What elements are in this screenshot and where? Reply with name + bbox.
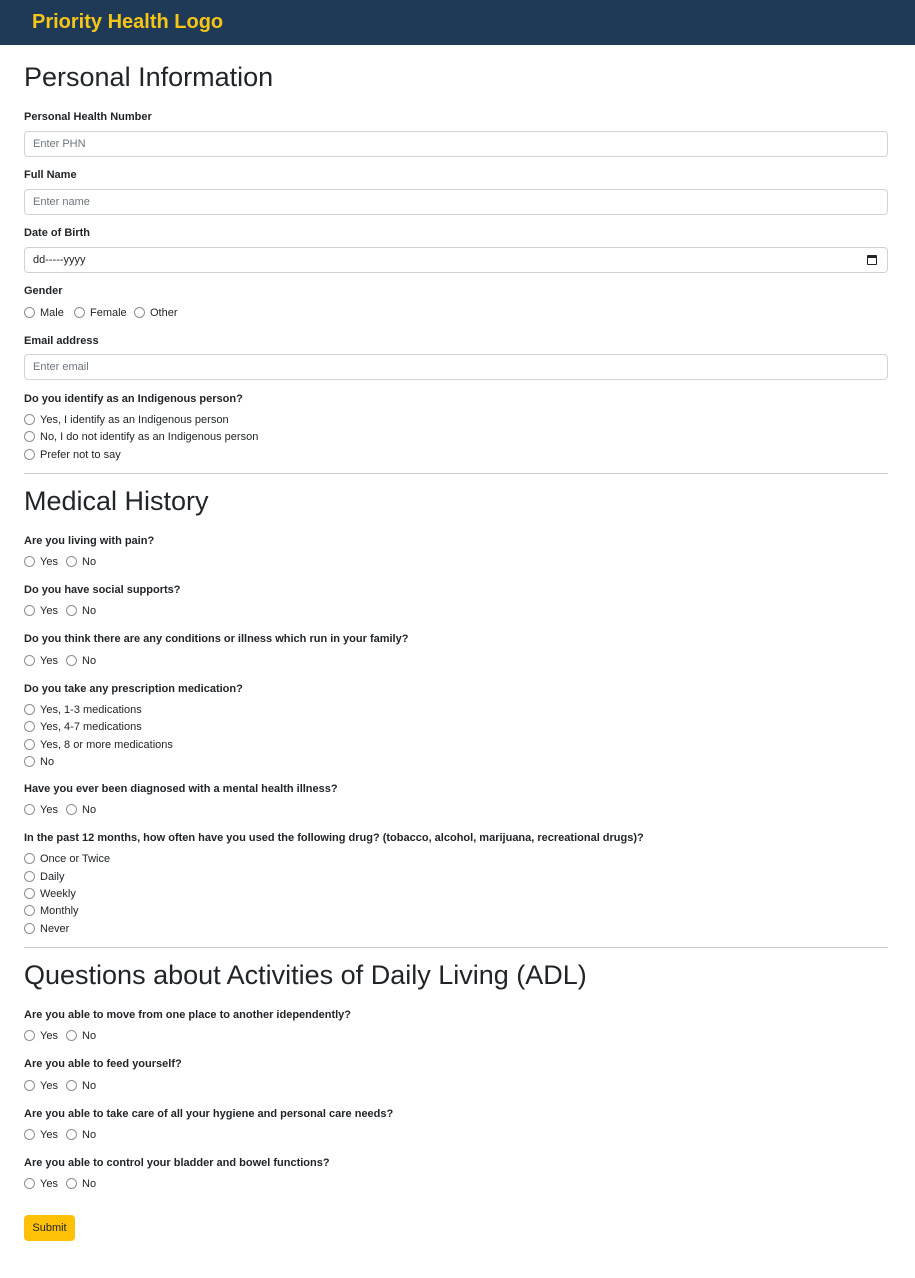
radio-button[interactable]: [24, 414, 35, 425]
radio-button[interactable]: [24, 605, 35, 616]
continence-question: Are you able to control your bladder and…: [24, 1157, 330, 1169]
radio-button[interactable]: [66, 1129, 77, 1140]
radio-button[interactable]: [24, 1129, 35, 1140]
radio-button[interactable]: [24, 704, 35, 715]
radio-button[interactable]: [66, 605, 77, 616]
radio-button[interactable]: [24, 1178, 35, 1189]
radio-button[interactable]: [24, 431, 35, 442]
radio-button[interactable]: [24, 756, 35, 767]
phn-input[interactable]: [24, 131, 888, 157]
radio-button[interactable]: [24, 655, 35, 666]
radio-button[interactable]: [66, 1178, 77, 1189]
radio-button[interactable]: [24, 905, 35, 916]
radio-button[interactable]: [24, 556, 35, 567]
section-divider: [24, 947, 888, 948]
dob-label: Date of Birth: [24, 227, 90, 239]
drug-use-question: In the past 12 months, how often have yo…: [24, 832, 644, 844]
radio-button[interactable]: [66, 804, 77, 815]
submit-button[interactable]: Submit: [24, 1215, 75, 1241]
dob-value: dd-----yyyy: [33, 254, 86, 266]
radio-button[interactable]: [24, 721, 35, 732]
top-navbar: Priority Health Logo: [0, 0, 915, 45]
pain-question: Are you living with pain?: [24, 535, 155, 547]
radio-button[interactable]: [24, 871, 35, 882]
radio-button[interactable]: [24, 449, 35, 460]
medication-question: Do you take any prescription medication?: [24, 683, 243, 695]
radio-button[interactable]: [66, 1080, 77, 1091]
mobility-question: Are you able to move from one place to a…: [24, 1009, 351, 1021]
full-name-label: Full Name: [24, 169, 77, 181]
radio-button[interactable]: [66, 655, 77, 666]
brand-logo[interactable]: Priority Health Logo: [32, 11, 223, 34]
feeding-question: Are you able to feed yourself?: [24, 1058, 182, 1070]
hygiene-question: Are you able to take care of all your hy…: [24, 1108, 394, 1120]
indigenous-question: Do you identify as an Indigenous person?: [24, 393, 243, 405]
radio-button[interactable]: [24, 739, 35, 750]
radio-button[interactable]: [24, 1030, 35, 1041]
radio-button[interactable]: [24, 307, 35, 318]
family-conditions-question: Do you think there are any conditions or…: [24, 633, 409, 645]
radio-button[interactable]: [134, 307, 145, 318]
dob-input[interactable]: dd-----yyyy: [24, 247, 888, 273]
gender-label: Gender: [24, 285, 63, 297]
radio-button[interactable]: [24, 888, 35, 899]
radio-button[interactable]: [24, 1080, 35, 1091]
radio-button[interactable]: [66, 1030, 77, 1041]
email-input[interactable]: [24, 354, 888, 380]
mental-health-question: Have you ever been diagnosed with a ment…: [24, 783, 338, 795]
radio-button[interactable]: [74, 307, 85, 318]
adl-heading: Questions about Activities of Daily Livi…: [24, 960, 587, 990]
email-label: Email address: [24, 335, 99, 347]
section-divider: [24, 473, 888, 474]
radio-button[interactable]: [24, 923, 35, 934]
radio-button[interactable]: [24, 804, 35, 815]
radio-button[interactable]: [66, 556, 77, 567]
full-name-input[interactable]: [24, 189, 888, 215]
medical-history-heading: Medical History: [24, 486, 209, 516]
calendar-icon[interactable]: [867, 255, 877, 265]
social-supports-question: Do you have social supports?: [24, 584, 181, 596]
phn-label: Personal Health Number: [24, 111, 152, 123]
personal-information-heading: Personal Information: [24, 62, 274, 92]
radio-button[interactable]: [24, 853, 35, 864]
